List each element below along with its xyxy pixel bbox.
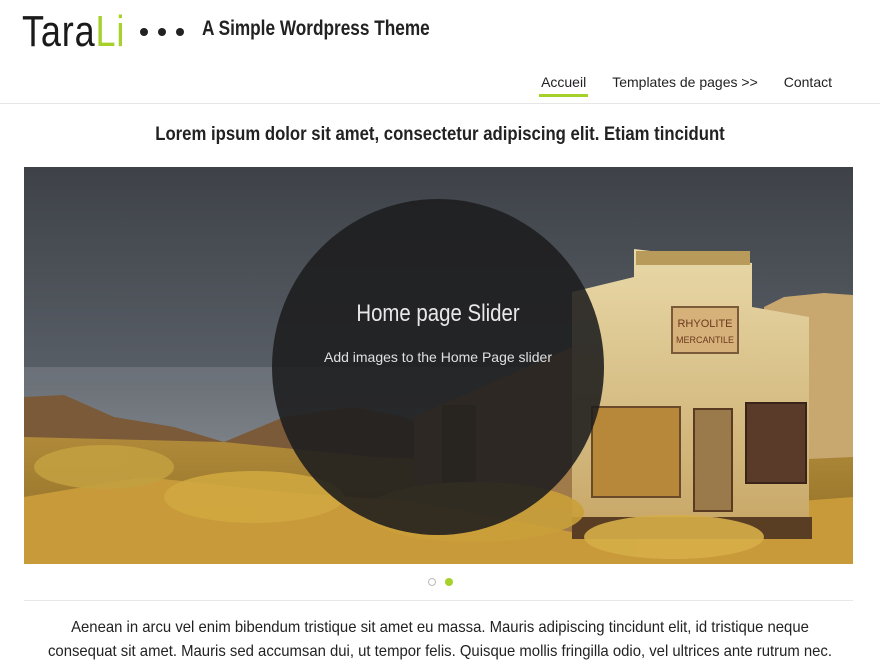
slider-caption-overlay	[272, 199, 604, 535]
nav-item-templates[interactable]: Templates de pages >>	[610, 70, 760, 97]
svg-text:MERCANTILE: MERCANTILE	[676, 335, 734, 345]
slider-subtitle: Add images to the Home Page slider	[323, 349, 552, 365]
slider-pager	[428, 578, 453, 586]
intro-paragraph: Aenean in arcu vel enim bibendum tristiq…	[0, 616, 880, 664]
slider-title: Home page Slider	[356, 300, 520, 327]
slider-dot-1[interactable]	[428, 578, 436, 586]
logo-accent-text: Li	[95, 7, 126, 56]
building-sign-text: RHYOLITE	[677, 318, 732, 330]
nav-item-contact[interactable]: Contact	[782, 70, 834, 97]
site-header: TaraLi A Simple Wordpress Theme Accueil …	[0, 0, 880, 104]
ellipsis-dots-icon	[140, 28, 184, 36]
main-navigation: Accueil Templates de pages >> Contact	[539, 70, 834, 97]
site-tagline: A Simple Wordpress Theme	[202, 17, 430, 40]
content-divider	[24, 600, 853, 601]
home-slider[interactable]: RHYOLITE MERCANTILE Home page Slider Add…	[24, 167, 853, 564]
site-logo[interactable]: TaraLi	[22, 6, 125, 58]
intro-line-2: consequat sit amet. Mauris sed accumsan …	[47, 643, 833, 660]
intro-line-1: Aenean in arcu vel enim bibendum tristiq…	[71, 619, 809, 636]
logo-main-text: Tara	[22, 7, 96, 56]
page-headline: Lorem ipsum dolor sit amet, consectetur …	[155, 124, 725, 145]
nav-item-accueil[interactable]: Accueil	[539, 70, 589, 97]
slider-dot-2-active[interactable]	[445, 578, 453, 586]
